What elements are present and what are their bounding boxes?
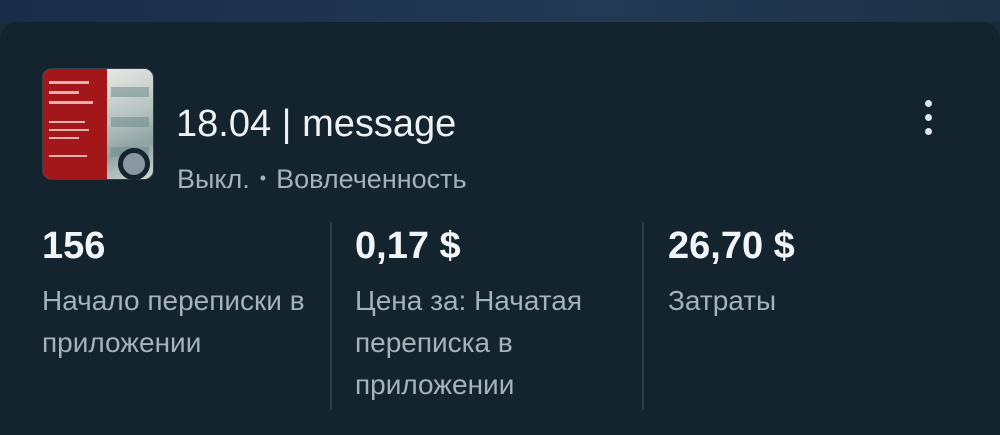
- thumbnail-text-line: [49, 137, 79, 139]
- subtitle-separator: •: [259, 168, 267, 188]
- ad-title[interactable]: 18.04 | message: [176, 102, 456, 146]
- thumbnail-shelf: [111, 87, 149, 97]
- status-dot-icon: [118, 148, 150, 180]
- top-band: [0, 0, 1000, 22]
- thumbnail-shelf: [111, 117, 149, 127]
- thumbnail-text-line: [49, 91, 79, 94]
- metric-value: 0,17 $: [355, 225, 461, 267]
- metric-label: Затраты: [668, 285, 777, 316]
- ad-subtitle: Выкл. • Вовлеченность: [177, 162, 467, 195]
- more-dot: [925, 100, 932, 107]
- metric-spend: 26,70 $ Затраты: [668, 224, 958, 322]
- metric-label: Начало переписки в приложении: [42, 285, 305, 358]
- metric-divider: [330, 222, 332, 410]
- ad-card[interactable]: 18.04 | message Выкл. • Вовлеченность 156 …: [0, 22, 1000, 435]
- thumbnail-red-panel: [43, 69, 107, 179]
- status-text: Выкл.: [177, 164, 250, 194]
- metric-label: Цена за: Начатая переписка в приложении: [355, 285, 583, 400]
- thumbnail-text-line: [49, 81, 89, 84]
- metric-value: 156: [42, 225, 106, 267]
- thumbnail-text-line: [49, 121, 85, 123]
- metric-conversations-started: 156 Начало переписки в приложении: [42, 224, 312, 364]
- thumbnail-text-line: [49, 155, 87, 157]
- more-dot: [925, 128, 932, 135]
- ad-thumbnail-wrapper: [42, 68, 154, 180]
- objective-text: Вовлеченность: [276, 164, 467, 194]
- thumbnail-text-line: [49, 101, 93, 104]
- more-vertical-icon[interactable]: [914, 94, 944, 144]
- metric-divider: [642, 222, 644, 410]
- metric-cost-per-conversation: 0,17 $ Цена за: Начатая переписка в прил…: [355, 224, 630, 406]
- metric-value: 26,70 $: [668, 225, 795, 267]
- thumbnail-text-line: [49, 129, 89, 131]
- more-dot: [925, 114, 932, 121]
